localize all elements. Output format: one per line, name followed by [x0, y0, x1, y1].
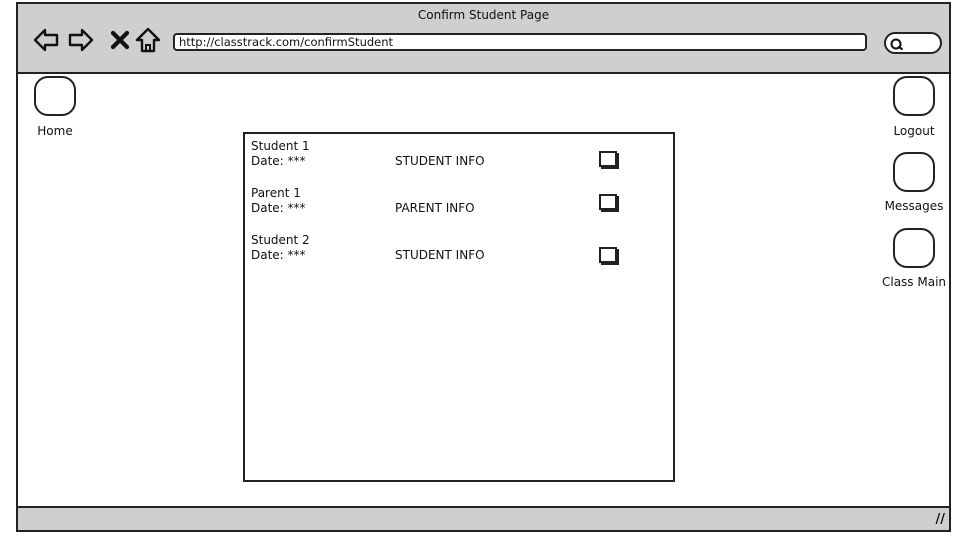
status-bar: // [18, 506, 949, 530]
window-title: Confirm Student Page [417, 8, 550, 22]
resize-handle-icon[interactable]: // [936, 512, 946, 527]
entry-date: Date: *** [251, 201, 306, 215]
search-button[interactable] [884, 32, 942, 54]
entry-info: STUDENT INFO [395, 248, 485, 262]
entry-date: Date: *** [251, 248, 306, 262]
entry-name: Student 2 [251, 233, 310, 247]
list-item: Parent 1 Date: *** PARENT INFO [251, 186, 671, 220]
home-nav-label: Home [37, 124, 73, 138]
entry-date: Date: *** [251, 154, 306, 168]
browser-window: Confirm Student Page http://classtrack.c… [16, 2, 951, 532]
class-main-label: Class Main [881, 275, 947, 289]
confirm-list-panel: Student 1 Date: *** STUDENT INFO Parent … [243, 132, 675, 482]
entry-info: PARENT INFO [395, 201, 475, 215]
confirm-checkbox[interactable] [599, 151, 617, 167]
back-icon[interactable] [32, 26, 60, 54]
confirm-checkbox[interactable] [599, 247, 617, 263]
list-item: Student 1 Date: *** STUDENT INFO [251, 139, 671, 173]
entry-name: Parent 1 [251, 186, 301, 200]
entry-info: STUDENT INFO [395, 154, 485, 168]
forward-icon[interactable] [67, 26, 95, 54]
home-icon[interactable] [134, 26, 162, 54]
home-nav-button[interactable] [34, 76, 76, 116]
url-input[interactable]: http://classtrack.com/confirmStudent [173, 33, 867, 51]
logout-button[interactable] [893, 76, 935, 116]
class-main-button[interactable] [893, 228, 935, 268]
confirm-checkbox[interactable] [599, 194, 617, 210]
browser-titlebar: Confirm Student Page http://classtrack.c… [18, 4, 949, 74]
messages-label: Messages [884, 199, 944, 213]
messages-button[interactable] [893, 152, 935, 192]
logout-label: Logout [893, 124, 935, 138]
list-item: Student 2 Date: *** STUDENT INFO [251, 233, 671, 267]
close-icon[interactable] [106, 26, 134, 54]
entry-name: Student 1 [251, 139, 310, 153]
search-icon [890, 38, 903, 50]
